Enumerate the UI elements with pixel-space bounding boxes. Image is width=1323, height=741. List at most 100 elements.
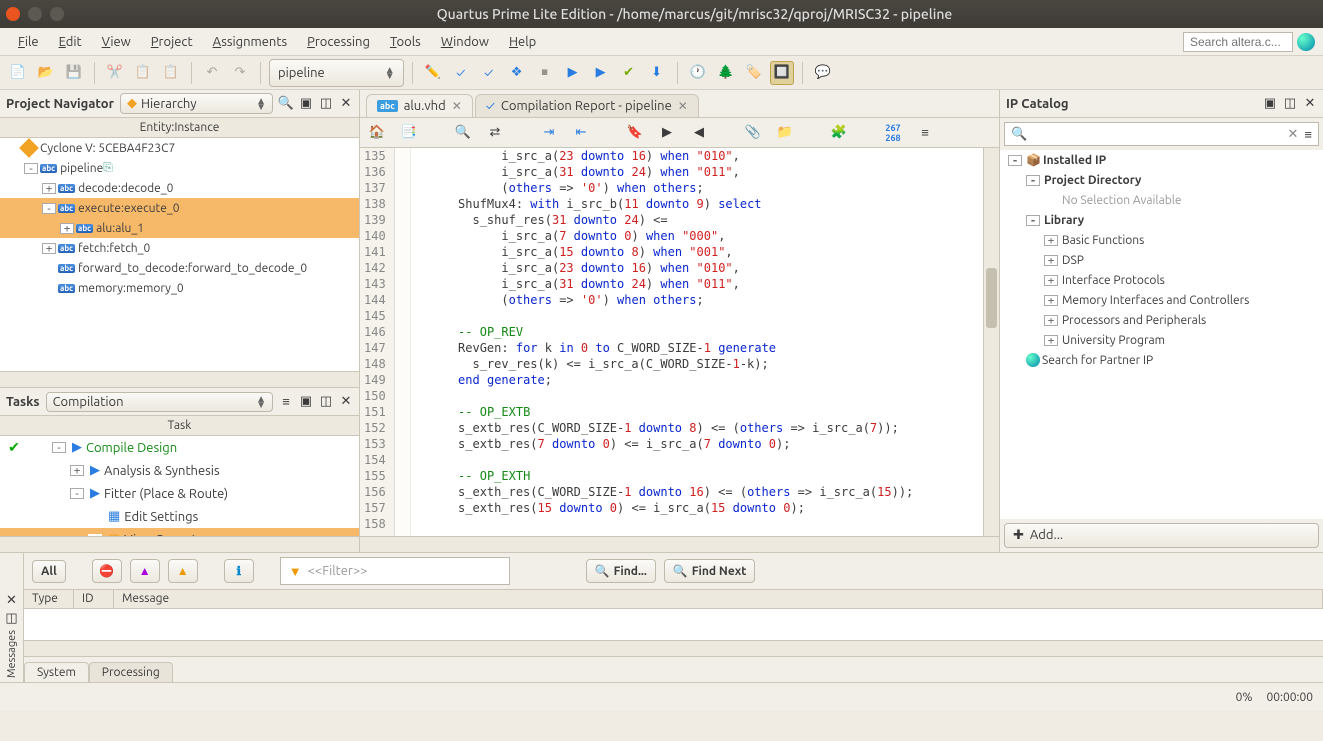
task-item[interactable]: +▶ Analysis & Synthesis [0,459,359,482]
diff-icon[interactable]: 🧩 [828,122,850,144]
file-tab[interactable]: abcalu.vhd✕ [366,94,473,117]
ip-tree-item[interactable]: +Processors and Peripherals [1000,310,1323,330]
msg-critical-button[interactable]: ▲ [130,559,160,583]
menu-assignments[interactable]: Assignments [203,31,298,53]
ip-tree-item[interactable]: -Library [1000,210,1323,230]
wrap-icon[interactable]: ≡ [914,122,936,144]
tree-item[interactable]: -abcexecute:execute_0 [0,198,359,218]
menu-edit[interactable]: Edit [49,31,92,53]
menu-project[interactable]: Project [141,31,203,53]
file-tab[interactable]: ✓Compilation Report - pipeline✕ [475,94,699,117]
tree-item[interactable]: +abcalu:alu_1 [0,218,359,238]
analyze-button[interactable]: ✓ [477,61,501,85]
timing-button[interactable]: ✔ [617,61,641,85]
bookmark-icon[interactable]: 🔖 [624,122,646,144]
tree-item[interactable]: abcforward_to_decode:forward_to_decode_0 [0,258,359,278]
fold-gutter[interactable] [395,148,411,536]
stop-button[interactable]: ⏹ [533,61,557,85]
ip-tree-item[interactable]: +Basic Functions [1000,230,1323,250]
msg-find-next-button[interactable]: 🔍 Find Next [664,559,756,583]
window-minimize-button[interactable] [28,7,42,21]
menu-help[interactable]: Help [499,31,546,53]
close-icon[interactable]: ✕ [678,99,688,113]
folder-icon[interactable]: 📁 [774,122,796,144]
tree-item[interactable]: Cyclone V: 5CEBA4F23C7 [0,138,359,158]
project-dropdown[interactable]: pipeline ▲▼ [269,59,404,87]
synth-button[interactable]: ❖ [505,61,529,85]
help-search-input[interactable] [1183,32,1293,52]
hier-button[interactable]: 🌲 [714,61,738,85]
bookmark-prev-icon[interactable]: ◀ [688,122,710,144]
msg-all-button[interactable]: All [32,560,66,583]
bookmark-next-icon[interactable]: ▶ [656,122,678,144]
check-button[interactable]: ✓ [449,61,473,85]
ip-search-box[interactable]: 🔍 ✕ ≡ [1004,122,1319,146]
code-editor[interactable]: 135 136 137 138 139 140 141 142 143 144 … [360,148,999,536]
search-icon[interactable]: 🔍 [279,97,293,111]
prog-button[interactable]: ⬇ [645,61,669,85]
indent-icon[interactable]: ⇥ [538,122,560,144]
redo-button[interactable]: ↷ [228,61,252,85]
attach-icon[interactable]: 📎 [742,122,764,144]
tasks-close-icon[interactable]: ✕ [339,395,353,409]
ip-close-icon[interactable]: ✕ [1303,97,1317,111]
outdent-icon[interactable]: ⇤ [570,122,592,144]
ip-tree[interactable]: -📦 Installed IP-Project DirectoryNo Sele… [1000,150,1323,519]
task-item[interactable]: -▶ Fitter (Place & Route) [0,482,359,505]
ip-tree-item[interactable]: Search for Partner IP [1000,350,1323,370]
task-item[interactable]: ✔-▶ Compile Design [0,436,359,459]
msg-warning-button[interactable]: ▲ [168,559,198,583]
close-panel-icon[interactable]: ✕ [339,97,353,111]
menu-window[interactable]: Window [431,31,499,53]
find-icon[interactable]: 🔍 [452,122,474,144]
replace-icon[interactable]: ⇄ [484,122,506,144]
clock-button[interactable]: 🕐 [686,61,710,85]
nav-back-icon[interactable]: 🏠 [366,122,388,144]
tasks-hscroll[interactable] [0,536,359,552]
help-globe-icon[interactable] [1297,33,1315,51]
nav-fwd-icon[interactable]: 📑 [398,122,420,144]
tasks-dropdown[interactable]: Compilation ▲▼ [46,392,273,412]
msg-dock-icon[interactable]: ◫ [5,612,19,626]
maximize-icon[interactable]: ▣ [299,97,313,111]
save-button[interactable]: 💾 [62,61,86,85]
msg-tab-processing[interactable]: Processing [89,662,173,682]
pin-button[interactable]: 🏷️ [742,61,766,85]
msg-info-button[interactable]: ℹ [224,559,254,583]
wand-button[interactable]: ✏️ [421,61,445,85]
ip-menu-icon[interactable]: ≡ [1304,127,1312,142]
clear-icon[interactable]: ✕ [1288,127,1299,142]
tree-item[interactable]: +abcfetch:fetch_0 [0,238,359,258]
hscroll[interactable] [0,371,359,387]
msg-find-button[interactable]: 🔍 Find... [586,559,656,583]
menu-processing[interactable]: Processing [297,31,380,53]
msg-tab-system[interactable]: System [24,662,89,682]
tasks-settings-icon[interactable]: ≡ [279,395,293,409]
menu-tools[interactable]: Tools [380,31,431,53]
hierarchy-dropdown[interactable]: ◆ Hierarchy ▲▼ [120,93,273,114]
compile2-button[interactable]: ▶ [589,61,613,85]
dock-icon[interactable]: ◫ [319,97,333,111]
new-file-button[interactable]: 📄 [6,61,30,85]
chat-button[interactable]: 💬 [811,61,835,85]
ip-tree-item[interactable]: +Memory Interfaces and Controllers [1000,290,1323,310]
task-item[interactable]: ▦ Edit Settings [0,505,359,528]
ip-tree-item[interactable]: +DSP [1000,250,1323,270]
ip-search-input[interactable] [1027,127,1287,141]
msg-close-icon[interactable]: ✕ [5,594,19,608]
hierarchy-tree[interactable]: Cyclone V: 5CEBA4F23C7-abcpipeline ⎘+abc… [0,138,359,371]
tasks-dock-icon[interactable]: ◫ [319,395,333,409]
window-maximize-button[interactable] [50,7,64,21]
tasks-tree[interactable]: ✔-▶ Compile Design+▶ Analysis & Synthesi… [0,436,359,536]
editor-hscroll[interactable] [360,536,999,552]
menu-view[interactable]: View [92,31,141,53]
line-num-icon[interactable]: 267268 [882,122,904,144]
ip-max-icon[interactable]: ▣ [1263,97,1277,111]
menu-file[interactable]: File [8,31,49,53]
close-icon[interactable]: ✕ [452,99,462,113]
ip-tree-item[interactable]: -Project Directory [1000,170,1323,190]
vertical-scrollbar[interactable] [983,148,999,536]
msg-col-message[interactable]: Message [114,590,1323,608]
ip-dock-icon[interactable]: ◫ [1283,97,1297,111]
paste-button[interactable]: 📋 [159,61,183,85]
